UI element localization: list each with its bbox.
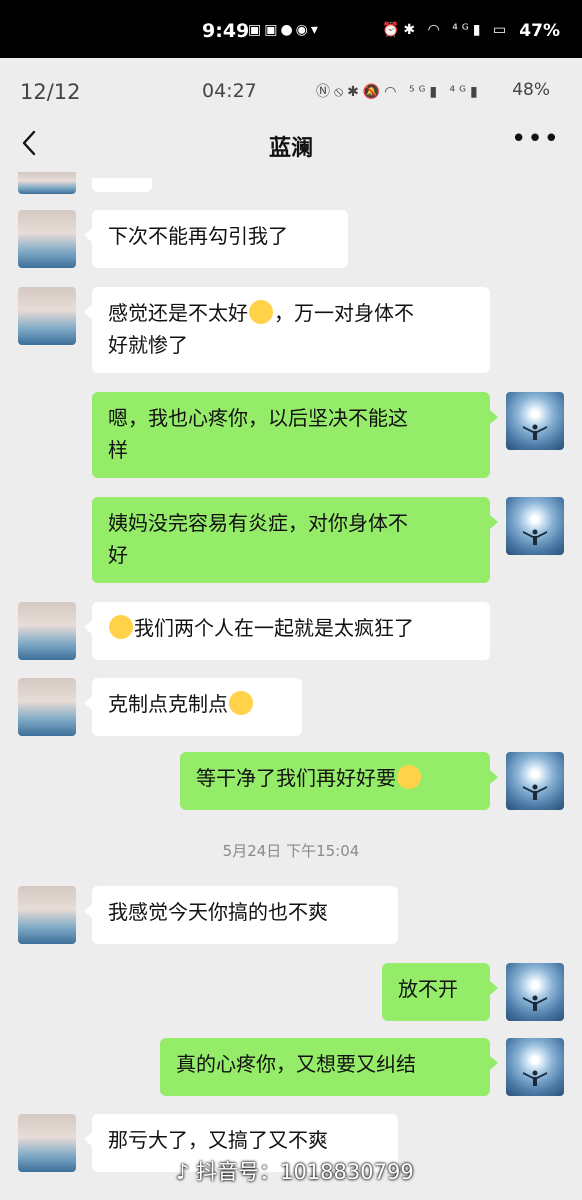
device-status-bar: 9:49 ▣▣●◉▾ ⏰✱ ◠ ⁴ᴳ▮ ▭ 47%	[0, 0, 582, 58]
message-bubble-outgoing: 嗯，我也心疼你，以后坚决不能这 样	[92, 392, 498, 478]
message-text: 姨妈没完容易有炎症，对你身体不	[108, 511, 408, 535]
user-avatar[interactable]	[506, 497, 564, 555]
chat-timestamp: 5月24日 下午15:04	[222, 842, 360, 860]
user-avatar[interactable]	[506, 752, 564, 810]
page-counter: 12/12	[20, 80, 81, 104]
person-silhouette-icon	[523, 995, 547, 1011]
message-bubble-outgoing: 放不开	[382, 963, 498, 1021]
contact-avatar[interactable]	[18, 678, 76, 736]
laughing-emoji-icon	[249, 300, 273, 324]
user-avatar[interactable]	[506, 392, 564, 450]
douyin-watermark: ♪ 抖音号：1018830799	[176, 1156, 414, 1186]
message-text: 下次不能再勾引我了	[108, 224, 288, 248]
message-bubble-outgoing: 姨妈没完容易有炎症，对你身体不 好	[92, 497, 498, 583]
contact-avatar[interactable]	[18, 287, 76, 345]
message-text: 我们两个人在一起就是太疯狂了	[134, 616, 414, 640]
device-time: 9:49	[202, 20, 250, 42]
partial-message-bubble	[92, 178, 152, 192]
message-text: 那亏大了，又搞了又不爽	[108, 1128, 328, 1152]
message-text: ，万一对身体不	[274, 301, 414, 325]
inner-time: 04:27	[202, 80, 257, 102]
user-avatar[interactable]	[506, 963, 564, 1021]
system-status-icons: ⏰✱ ◠ ⁴ᴳ▮ ▭	[382, 22, 511, 38]
message-text: 好	[108, 543, 128, 567]
contact-avatar[interactable]	[18, 1114, 76, 1172]
douyin-logo-icon: ♪	[176, 1160, 190, 1184]
message-bubble-incoming: 我感觉今天你搞的也不爽	[84, 886, 398, 944]
message-bubble-outgoing: 真的心疼你，又想要又纠结	[160, 1038, 498, 1096]
person-silhouette-icon	[523, 1070, 547, 1086]
user-avatar[interactable]	[506, 1038, 564, 1096]
relieved-emoji-icon	[397, 765, 421, 789]
message-text: 感觉还是不太好	[108, 301, 248, 325]
message-text: 等干净了我们再好好要	[196, 766, 396, 790]
dizzy-emoji-icon	[229, 691, 253, 715]
inner-status-icons: Ⓝ⦸✱🔕◠ ⁵ᴳ▮ ⁴ᴳ▮	[316, 84, 482, 100]
contact-avatar[interactable]	[18, 886, 76, 944]
message-bubble-incoming: 克制点克制点	[84, 678, 302, 736]
message-bubble-incoming: 下次不能再勾引我了	[84, 210, 348, 268]
chat-header: 蓝澜 •••	[0, 116, 582, 172]
message-text: 样	[108, 438, 128, 462]
message-text: 克制点克制点	[108, 692, 228, 716]
watermark-text: 抖音号：1018830799	[196, 1160, 414, 1184]
message-bubble-incoming: 我们两个人在一起就是太疯狂了	[84, 602, 490, 660]
contact-avatar[interactable]	[18, 602, 76, 660]
message-text: 好就惨了	[108, 333, 188, 357]
device-battery-level: 47%	[519, 21, 560, 41]
chat-title: 蓝澜	[268, 136, 313, 161]
inner-battery-level: 48%	[512, 80, 550, 100]
message-text: 真的心疼你，又想要又纠结	[176, 1052, 416, 1076]
message-text: 放不开	[398, 977, 458, 1001]
person-silhouette-icon	[523, 784, 547, 800]
contact-avatar[interactable]	[18, 172, 76, 194]
notification-icons: ▣▣●◉▾	[248, 22, 321, 38]
message-text: 嗯，我也心疼你，以后坚决不能这	[108, 406, 408, 430]
contact-avatar[interactable]	[18, 210, 76, 268]
inner-status-bar: 12/12 04:27 Ⓝ⦸✱🔕◠ ⁵ᴳ▮ ⁴ᴳ▮ 48%	[0, 58, 582, 116]
message-text: 我感觉今天你搞的也不爽	[108, 900, 328, 924]
person-silhouette-icon	[523, 529, 547, 545]
message-bubble-incoming: 感觉还是不太好 ，万一对身体不 好就惨了	[84, 287, 490, 373]
thinking-emoji-icon	[109, 615, 133, 639]
more-dots-icon[interactable]: •••	[511, 124, 560, 154]
person-silhouette-icon	[523, 424, 547, 440]
message-bubble-outgoing: 等干净了我们再好好要	[180, 752, 498, 810]
